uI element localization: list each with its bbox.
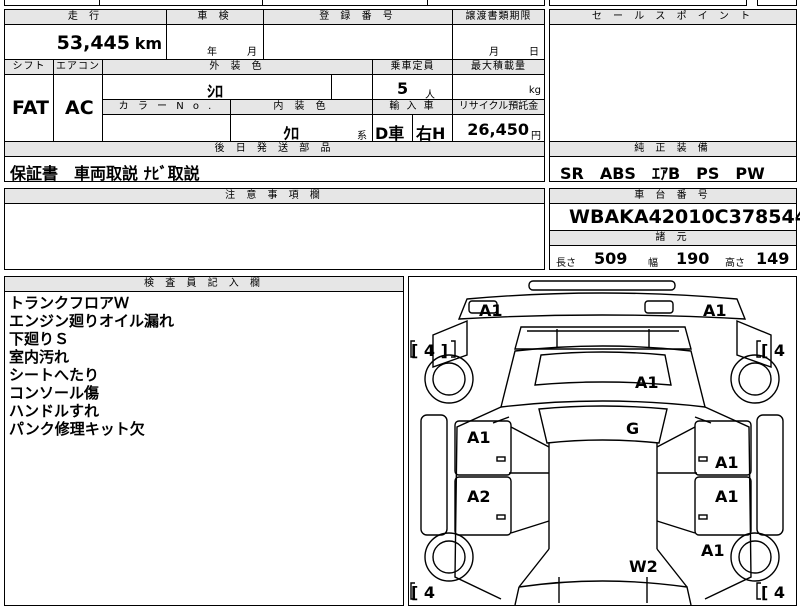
later-parts-value: 保証書 車両取説 ﾅﾋﾞ取説 bbox=[10, 164, 200, 183]
header-registration: 登 録 番 号 bbox=[263, 9, 453, 25]
deadline-month-label: 月 bbox=[489, 47, 499, 58]
header-interior-color: 内 装 色 bbox=[230, 99, 373, 115]
inspection-cell: 年 月 bbox=[166, 24, 264, 60]
height-value: 149 bbox=[756, 249, 790, 268]
deadline-day-label: 日 bbox=[529, 47, 539, 58]
header-equipment: 純 正 装 備 bbox=[549, 141, 797, 157]
inspection-year-label: 年 bbox=[207, 47, 217, 58]
inspector-note: ハンドルすれ bbox=[9, 402, 100, 420]
top-cropped-cell bbox=[262, 0, 428, 6]
top-cropped-cell bbox=[4, 0, 100, 6]
capacity-cell: 5 人 bbox=[372, 74, 453, 101]
damage-right-front-fender: A1 bbox=[701, 541, 725, 560]
specs-cell: 長さ 509 幅 190 高さ 149 bbox=[549, 245, 797, 270]
damage-rear-left: A1 bbox=[479, 301, 503, 320]
inspector-note: パンク修理キット欠 bbox=[9, 420, 145, 438]
damage-glass: G bbox=[626, 419, 640, 438]
header-color-no: カ ラ ー N o . bbox=[102, 99, 231, 115]
max-load-cell: kg bbox=[452, 74, 545, 100]
header-inspector: 検 査 員 記 入 欄 bbox=[4, 276, 404, 292]
damage-hood: W2 bbox=[629, 557, 658, 576]
chassis-value: WBAKA42010C378544 bbox=[569, 206, 800, 228]
interior-color-cell: ｸﾛ 系 bbox=[230, 114, 373, 143]
header-notes: 注 意 事 項 欄 bbox=[4, 188, 545, 204]
tire-rear-right: [ 4 bbox=[761, 341, 786, 360]
header-import: 輸 入 車 bbox=[372, 99, 453, 115]
damage-right-rear-door: A1 bbox=[715, 453, 739, 472]
length-value: 509 bbox=[594, 249, 628, 268]
top-cropped-cell bbox=[99, 0, 263, 6]
import-hand-cell: 右H bbox=[412, 114, 453, 143]
equipment-value: SR ABS ｴｱB PS PW bbox=[560, 164, 765, 183]
interior-color-suffix: 系 bbox=[357, 131, 367, 142]
width-value: 190 bbox=[676, 249, 710, 268]
chassis-cell: WBAKA42010C378544 bbox=[549, 203, 800, 231]
header-capacity: 乗車定員 bbox=[372, 59, 453, 75]
tire-front-right: [ 4 bbox=[761, 583, 786, 602]
damage-rear-right: A1 bbox=[703, 301, 727, 320]
damage-left-front-door: A2 bbox=[467, 487, 491, 506]
inspector-note: トランクフロアＷ bbox=[9, 294, 130, 312]
tire-front-left: [ 4 bbox=[411, 583, 436, 602]
equipment-cell: SR ABS ｴｱB PS PW bbox=[549, 156, 797, 183]
aircon-value: AC bbox=[65, 97, 94, 119]
max-load-unit: kg bbox=[528, 85, 541, 96]
top-cropped-cell bbox=[757, 0, 797, 6]
header-mileage: 走 行 bbox=[4, 9, 167, 25]
transfer-deadline-cell: 月 日 bbox=[452, 24, 545, 60]
header-sales-point: セ ー ル ス ポ イ ン ト bbox=[549, 9, 797, 25]
inspector-note: 室内汚れ bbox=[9, 348, 70, 366]
tire-rear-left: [ 4 ] bbox=[411, 341, 448, 360]
damage-right-front-door: A1 bbox=[715, 487, 739, 506]
header-inspection: 車 検 bbox=[166, 9, 264, 25]
import-drive-cell: D車 bbox=[372, 114, 413, 143]
inspector-note: シートへたり bbox=[9, 366, 100, 384]
header-exterior-color: 外 装 色 bbox=[102, 59, 373, 75]
sales-point-cell bbox=[549, 24, 797, 142]
top-cropped-cell bbox=[427, 0, 545, 6]
header-specs: 諸 元 bbox=[549, 230, 797, 246]
inspector-note: 下廻りＳ bbox=[9, 330, 70, 348]
later-parts-cell: 保証書 車両取説 ﾅﾋﾞ取説 bbox=[4, 156, 545, 183]
shift-value: FAT bbox=[12, 97, 49, 119]
recycle-unit: 円 bbox=[531, 131, 541, 142]
damage-roof: A1 bbox=[635, 373, 659, 392]
car-diagram-panel: A1 A1 A1 G A1 A1 A2 A1 A1 W2 [ 4 ] [ 4 [… bbox=[408, 276, 797, 606]
exterior-color-cell: ｼﾛ bbox=[102, 74, 332, 101]
header-aircon: エアコン bbox=[53, 59, 103, 75]
shift-cell: FAT bbox=[4, 74, 54, 142]
inspector-note: コンソール傷 bbox=[9, 384, 100, 402]
mileage-unit: km bbox=[134, 34, 162, 53]
damage-left-rear-door: A1 bbox=[467, 428, 491, 447]
height-label: 高さ bbox=[725, 258, 745, 269]
inspector-note: エンジン廻りオイル漏れ bbox=[9, 312, 175, 330]
header-shift: シフト bbox=[4, 59, 54, 75]
header-later-parts: 後 日 発 送 部 品 bbox=[4, 141, 545, 157]
registration-cell bbox=[263, 24, 453, 60]
inspection-month-label: 月 bbox=[247, 47, 257, 58]
aircon-cell: AC bbox=[53, 74, 103, 142]
mileage-cell: 53,445 km bbox=[4, 24, 167, 60]
header-chassis: 車 台 番 号 bbox=[549, 188, 797, 204]
capacity-value: 5 bbox=[397, 79, 409, 98]
exterior-color-extra bbox=[331, 74, 373, 100]
recycle-cell: 26,450 円 bbox=[452, 114, 545, 142]
top-cropped-cell bbox=[549, 0, 747, 6]
header-transfer-deadline: 譲渡書類期限 bbox=[452, 9, 545, 25]
mileage-value: 53,445 bbox=[56, 32, 130, 54]
color-no-cell bbox=[102, 114, 231, 142]
header-recycle: リサイクル預託金 bbox=[452, 99, 545, 115]
inspector-notes-list: トランクフロアＷ エンジン廻りオイル漏れ 下廻りＳ 室内汚れ シートへたり コン… bbox=[4, 291, 404, 606]
header-max-load: 最大積載量 bbox=[452, 59, 545, 75]
length-label: 長さ bbox=[556, 258, 576, 269]
notes-cell bbox=[4, 203, 545, 270]
width-label: 幅 bbox=[648, 258, 658, 269]
recycle-value: 26,450 bbox=[467, 120, 529, 139]
